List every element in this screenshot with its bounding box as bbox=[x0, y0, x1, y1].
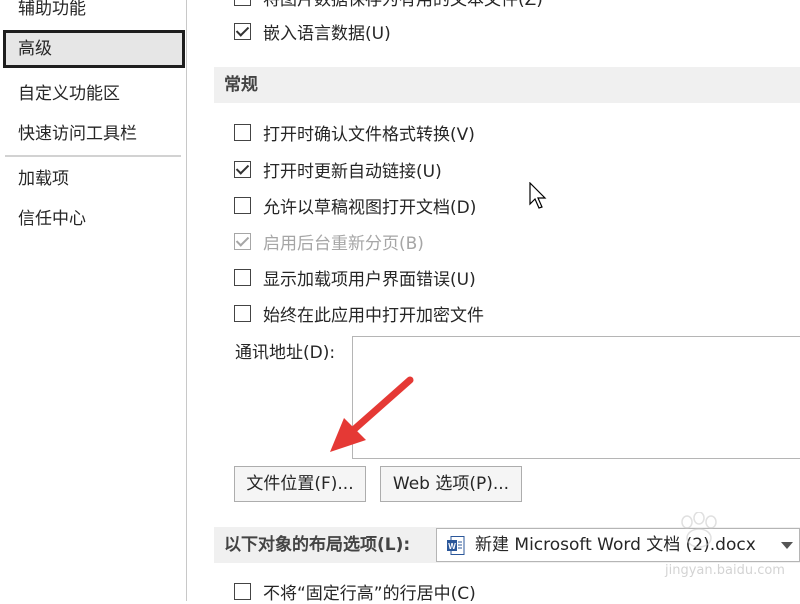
checkbox[interactable] bbox=[234, 0, 251, 6]
watermark-text: jingyan.baidu.com bbox=[665, 563, 785, 578]
option-label: 将图片数据保存为有用的文本文件(Z) bbox=[263, 0, 543, 10]
checkbox[interactable] bbox=[234, 304, 251, 322]
option-label: 显示加载项用户界面错误(U) bbox=[263, 269, 476, 290]
section-title: 常规 bbox=[224, 75, 258, 95]
checkbox-checked-disabled bbox=[234, 232, 251, 250]
checkbox-checked[interactable] bbox=[234, 160, 251, 178]
sidebar-item-advanced[interactable]: 高级 bbox=[3, 30, 185, 68]
sidebar-item-accessibility[interactable]: 辅助功能 bbox=[5, 0, 180, 28]
checkbox[interactable] bbox=[234, 196, 251, 214]
advanced-options-panel: 将图片数据保存为有用的文本文件(Z) 嵌入语言数据(U) 常规 打开时确认文件格… bbox=[187, 0, 800, 604]
red-arrow-icon bbox=[330, 376, 414, 452]
option-label: 允许以草稿视图打开文档(D) bbox=[263, 197, 477, 218]
option-label: 嵌入语言数据(U) bbox=[263, 23, 391, 44]
checkbox-checked[interactable] bbox=[234, 22, 251, 40]
checkbox[interactable] bbox=[234, 268, 251, 286]
sidebar-item-trust-center[interactable]: 信任中心 bbox=[5, 200, 180, 238]
option-label: 不将“固定行高”的行居中(C) bbox=[263, 583, 476, 604]
option-row-background-repagination: 启用后台重新分页(B) bbox=[234, 228, 424, 254]
sidebar-item-add-ins[interactable]: 加载项 bbox=[5, 160, 180, 198]
baidu-watermark: jingyan.baidu.com bbox=[625, 511, 795, 584]
option-row-addin-ui-errors[interactable]: 显示加载项用户界面错误(U) bbox=[234, 264, 476, 290]
option-row-confirm-format-conversion[interactable]: 打开时确认文件格式转换(V) bbox=[234, 119, 475, 145]
section-header-general: 常规 bbox=[214, 67, 800, 103]
word-doc-icon: W bbox=[447, 536, 465, 555]
mailing-address-label: 通讯地址(D): bbox=[235, 343, 336, 363]
option-row-no-center-fixed-height[interactable]: 不将“固定行高”的行居中(C) bbox=[234, 578, 476, 604]
sidebar-divider bbox=[5, 155, 181, 157]
file-locations-button[interactable]: 文件位置(F)... bbox=[234, 466, 366, 502]
option-label: 打开时确认文件格式转换(V) bbox=[263, 124, 475, 145]
svg-text:W: W bbox=[448, 542, 456, 551]
checkbox[interactable] bbox=[234, 123, 251, 141]
option-row-open-encrypted[interactable]: 始终在此应用中打开加密文件 bbox=[234, 300, 484, 326]
layout-options-label: 以下对象的布局选项(L): bbox=[224, 535, 411, 555]
sidebar-item-quick-access-toolbar[interactable]: 快速访问工具栏 bbox=[5, 115, 180, 153]
baidu-paw-logo bbox=[681, 511, 717, 548]
web-options-button[interactable]: Web 选项(P)... bbox=[380, 466, 522, 502]
checkbox[interactable] bbox=[234, 582, 251, 600]
option-label: 打开时更新自动链接(U) bbox=[263, 161, 442, 182]
option-row-draft-view[interactable]: 允许以草稿视图打开文档(D) bbox=[234, 192, 476, 218]
sidebar-item-customize-ribbon[interactable]: 自定义功能区 bbox=[5, 75, 180, 113]
option-row-update-links[interactable]: 打开时更新自动链接(U) bbox=[234, 156, 442, 182]
mouse-cursor-icon bbox=[529, 182, 547, 209]
options-sidebar: 辅助功能 高级 自定义功能区 快速访问工具栏 加载项 信任中心 bbox=[0, 0, 187, 601]
option-row-save-image-text[interactable]: 将图片数据保存为有用的文本文件(Z) bbox=[234, 0, 543, 10]
option-label: 启用后台重新分页(B) bbox=[263, 233, 424, 254]
option-row-embed-language[interactable]: 嵌入语言数据(U) bbox=[234, 18, 391, 44]
option-label: 始终在此应用中打开加密文件 bbox=[263, 305, 484, 326]
